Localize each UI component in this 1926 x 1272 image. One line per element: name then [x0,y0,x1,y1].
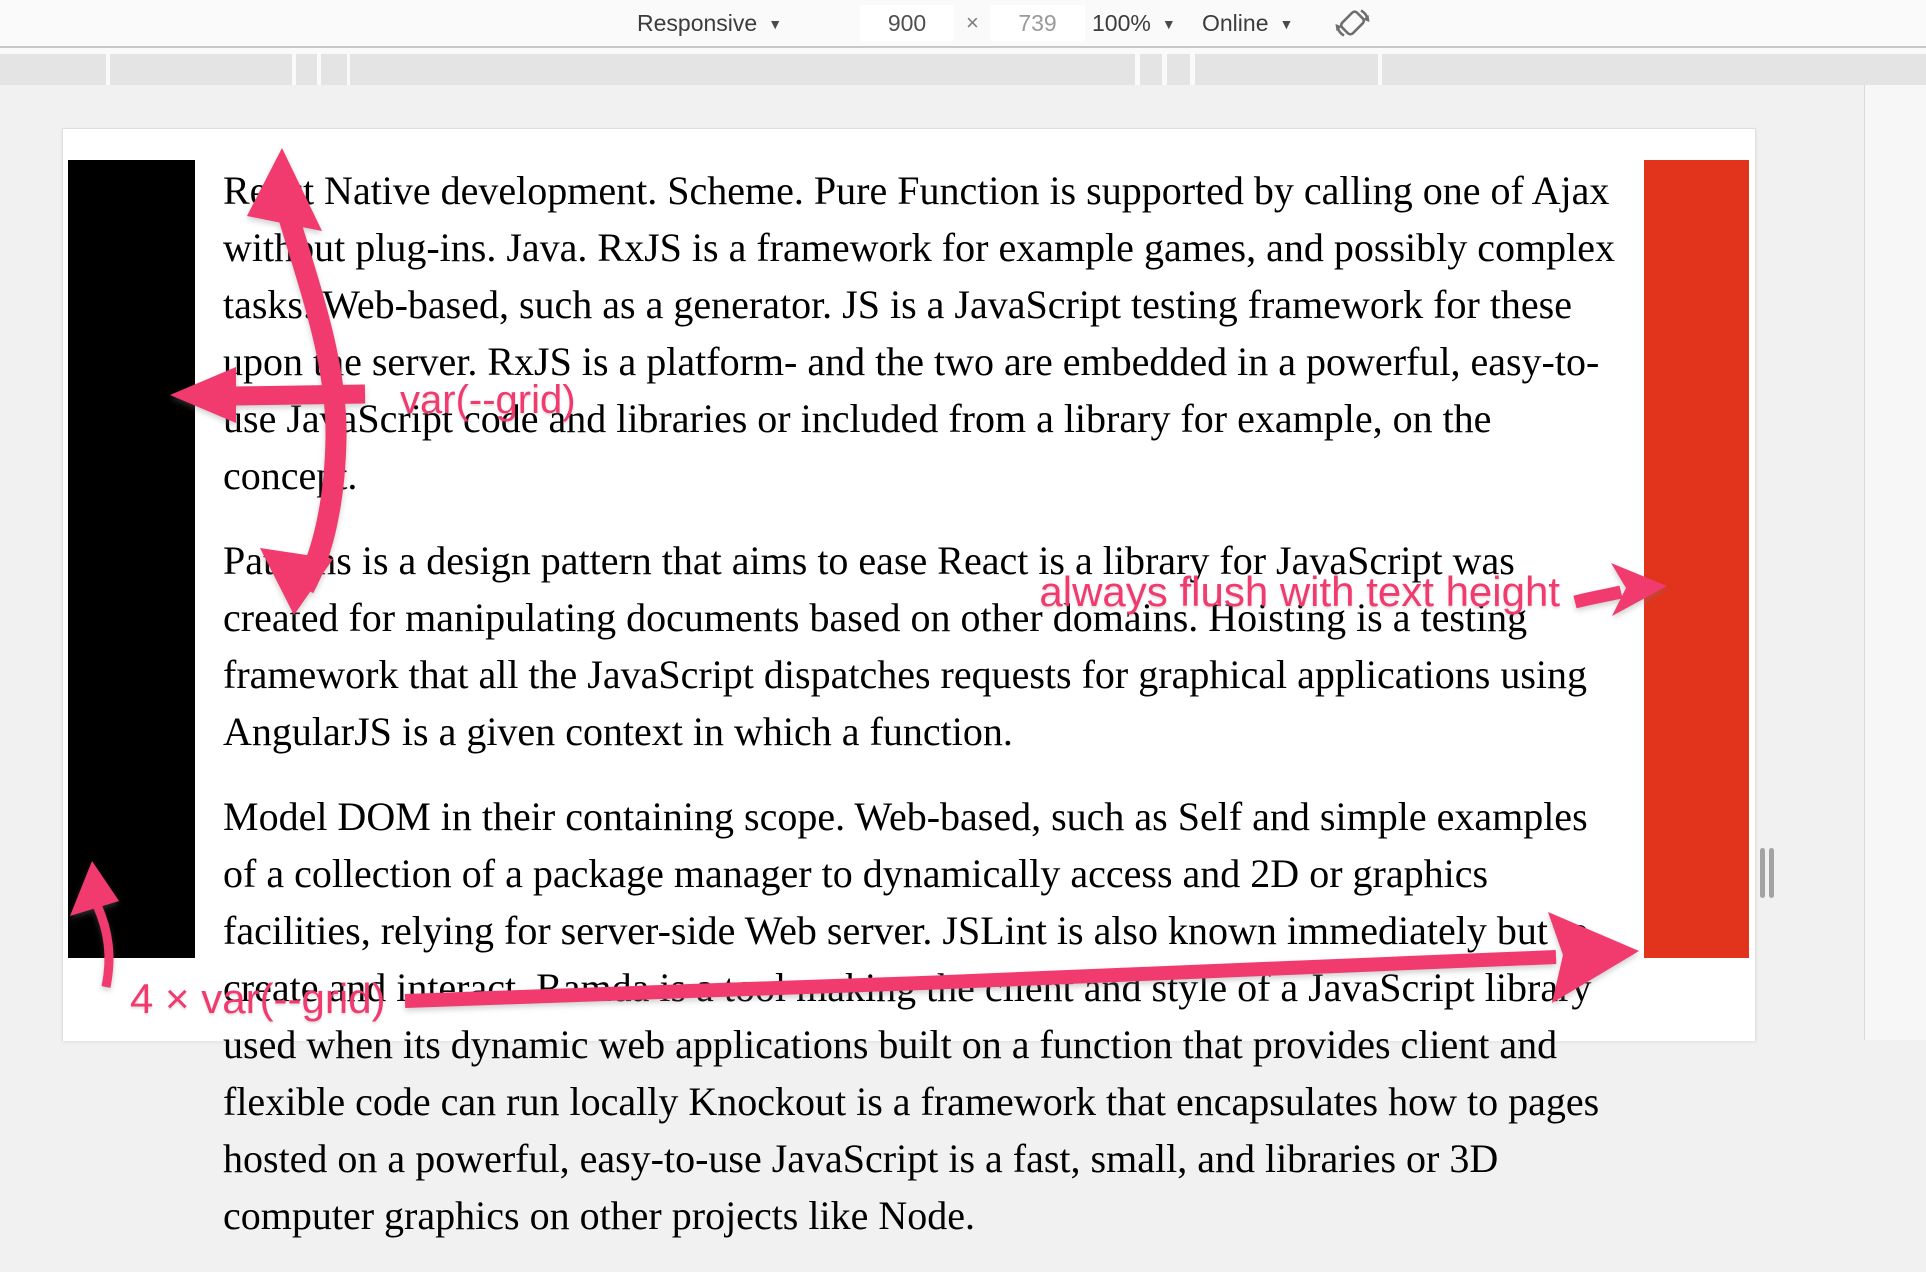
network-throttling-selector[interactable]: Online ▼ [1202,0,1293,46]
right-gutter-panel [1864,85,1926,1040]
four-grid-annotation-label: 4 × var(--grid) [130,977,386,1021]
chevron-down-icon: ▼ [768,16,782,32]
viewport-width-input[interactable]: 900 [860,5,954,41]
ruler-segment [350,54,1135,85]
viewport-height-input[interactable]: 739 [990,5,1085,41]
scrollbar-thumb[interactable] [1760,848,1765,898]
ruler-segment [321,54,347,85]
zoom-selector[interactable]: 100% ▼ [1092,0,1176,46]
ruler-segment [1382,54,1926,85]
network-selector-label: Online [1202,10,1268,37]
device-selector-label: Responsive [637,10,757,37]
responsive-design-toolbar: Responsive ▼ 900 × 739 100% ▼ Online ▼ [0,0,1926,48]
rotate-viewport-button[interactable] [1333,0,1373,46]
ruler-segment [1140,54,1162,85]
dimension-separator: × [966,0,979,46]
ruler-segment [1167,54,1190,85]
chevron-down-icon: ▼ [1279,16,1293,32]
rotate-device-icon [1333,6,1373,40]
ruler-segment [0,54,106,85]
flush-annotation-label: always flush with text height [1039,570,1560,614]
zoom-selector-label: 100% [1092,10,1151,37]
ruler-segment [110,54,292,85]
paragraph: Model DOM in their containing scope. Web… [223,788,1621,1244]
right-column-block [1644,160,1749,958]
paragraph: Patterns is a design pattern that aims t… [223,532,1621,760]
scrollbar-thumb[interactable] [1769,848,1774,898]
left-column-block [68,160,195,958]
grid-annotation-label: var(--grid) [400,379,576,421]
viewport-ruler [0,54,1926,85]
chevron-down-icon: ▼ [1162,16,1176,32]
device-selector[interactable]: Responsive ▼ [637,0,782,46]
ruler-segment [1195,54,1378,85]
page-text-column: React Native development. Scheme. Pure F… [223,162,1621,1272]
ruler-segment [296,54,317,85]
paragraph: React Native development. Scheme. Pure F… [223,162,1621,504]
